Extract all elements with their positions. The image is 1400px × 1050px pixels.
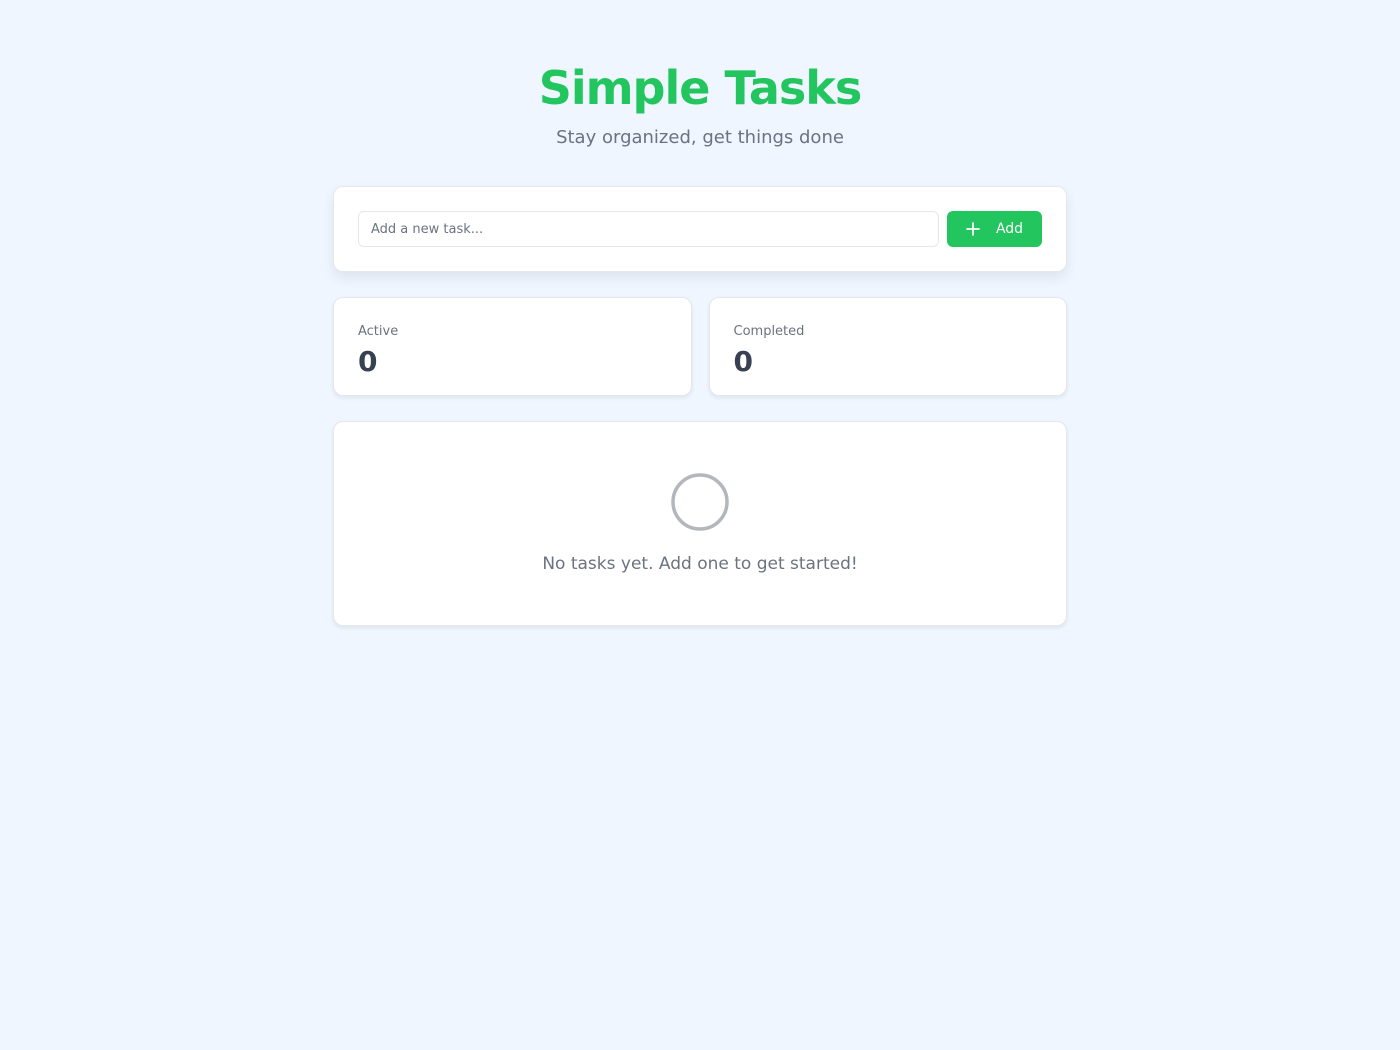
active-stat-card: Active 0 [333,297,692,396]
completed-stat-card: Completed 0 [708,297,1067,396]
plus-icon [966,222,980,236]
add-task-button[interactable]: Add [947,211,1042,247]
empty-circle-icon [671,473,729,531]
empty-state-message: No tasks yet. Add one to get started! [542,554,858,574]
stats-row: Active 0 Completed 0 [333,297,1067,396]
add-task-card: Add [333,186,1067,272]
app-title: Simple Tasks [538,61,863,115]
task-list-card: No tasks yet. Add one to get started! [333,421,1067,626]
new-task-input[interactable] [358,211,939,247]
app-header: Simple Tasks Stay organized, get things … [333,60,1067,150]
app-subtitle: Stay organized, get things done [556,127,844,148]
app-container: Simple Tasks Stay organized, get things … [333,0,1067,626]
active-stat-label: Active [358,324,399,339]
completed-stat-label: Completed [733,324,805,339]
active-stat-count: 0 [358,345,378,378]
add-button-label: Add [995,221,1024,237]
completed-stat-count: 0 [733,345,753,378]
